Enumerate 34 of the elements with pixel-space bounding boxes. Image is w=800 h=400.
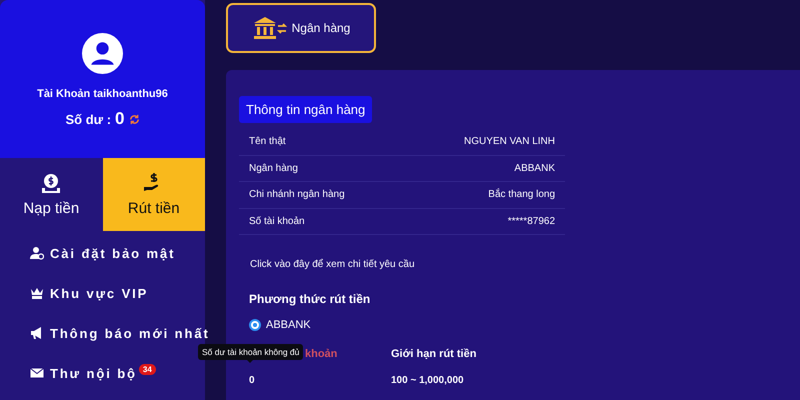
menu-item[interactable]: Khu vực VIP — [30, 273, 205, 313]
section-title: Phương thức rút tiền — [249, 292, 372, 306]
money-bag-icon — [40, 172, 62, 194]
section-heading: Thông tin ngân hàng — [239, 96, 372, 123]
user-lock-icon — [30, 246, 44, 260]
account-name: Tài Khoản taikhoanthu96 — [37, 88, 168, 100]
field-value: *****87962 — [508, 216, 555, 227]
bank-transfer-icon — [252, 16, 288, 40]
column-label: khoản — [305, 348, 338, 360]
bank-tab[interactable]: Ngân hàng — [226, 3, 376, 53]
column-label: Giới hạn rút tiền — [391, 348, 476, 360]
tooltip: Số dư tài khoản không đủ — [198, 344, 304, 360]
column-value: 100 ~ 1,000,000 — [391, 375, 465, 386]
crown-icon — [30, 286, 44, 300]
details-link[interactable]: Click vào đây để xem chi tiết yêu cầu — [250, 259, 415, 270]
envelope-icon — [30, 366, 44, 380]
menu-item[interactable]: Cài đặt bảo mật — [30, 233, 205, 273]
balance-value: 0 — [115, 109, 124, 129]
field-value: Bắc thang long — [488, 189, 555, 200]
field-value: ABBANK — [514, 162, 555, 174]
field-label: Chi nhánh ngân hàng — [249, 189, 345, 200]
field-label: Ngân hàng — [249, 162, 298, 174]
radio-button[interactable] — [249, 319, 261, 331]
unread-count-badge: 34 — [138, 364, 156, 374]
megaphone-icon — [30, 326, 44, 340]
user-avatar-icon — [82, 33, 123, 74]
field-label: Tên thật — [249, 136, 286, 148]
field-value: NGUYEN VAN LINH — [464, 136, 555, 148]
withdraw-button[interactable]: Rút tiền — [102, 158, 205, 231]
field-label: Số tài khoản — [249, 216, 305, 227]
balance-label: Số dư : — [66, 112, 112, 126]
option-label: ABBANK — [266, 319, 311, 331]
column-value: 0 — [249, 375, 256, 386]
refresh-icon[interactable] — [128, 114, 140, 124]
